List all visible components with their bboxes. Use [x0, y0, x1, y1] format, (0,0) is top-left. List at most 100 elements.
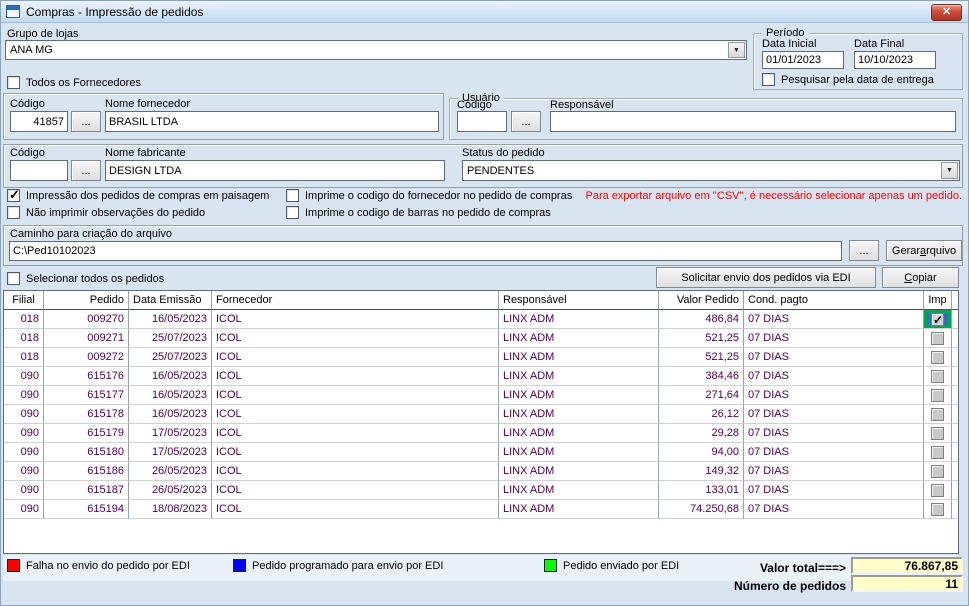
imp-checkbox[interactable] — [931, 445, 944, 459]
cell-filler — [952, 481, 958, 500]
table-row[interactable]: 090 615187 26/05/2023 ICOL LINX ADM 133,… — [4, 481, 958, 500]
cell-valor-pedido: 149,32 — [659, 462, 744, 481]
print-option-checkbox[interactable]: Impressão dos pedidos de compras em pais… — [7, 187, 270, 203]
fabricante-browse-button[interactable]: ... — [71, 160, 101, 181]
cell-valor-pedido: 74.250,68 — [659, 500, 744, 519]
cell-imp[interactable] — [924, 367, 952, 386]
responsavel-label: Responsável — [550, 99, 614, 111]
legend-color-swatch — [7, 559, 20, 572]
table-row[interactable]: 090 615186 26/05/2023 ICOL LINX ADM 149,… — [4, 462, 958, 481]
cell-imp[interactable] — [924, 348, 952, 367]
legend-label: Pedido programado para envio por EDI — [252, 559, 444, 572]
cell-filler — [952, 405, 958, 424]
imp-checkbox[interactable] — [931, 311, 944, 328]
checkbox-box[interactable] — [7, 272, 20, 285]
cell-data-emissao: 16/05/2023 — [129, 405, 212, 424]
cell-responsavel: LINX ADM — [499, 462, 659, 481]
caminho-input[interactable]: C:\Ped10102023 — [9, 241, 842, 261]
table-row[interactable]: 018 009271 25/07/2023 ICOL LINX ADM 521,… — [4, 329, 958, 348]
table-row[interactable]: 018 009270 16/05/2023 ICOL LINX ADM 486,… — [4, 310, 958, 329]
print-option-label: Não imprimir observações do pedido — [26, 206, 206, 219]
cell-cond-pagto: 07 DIAS — [744, 329, 924, 348]
copiar-label-accel: C — [904, 271, 913, 284]
imp-checkbox[interactable] — [931, 407, 944, 421]
cell-imp[interactable] — [924, 386, 952, 405]
usuario-codigo-label: Código — [457, 99, 492, 111]
checkbox-box[interactable] — [762, 73, 775, 86]
col-header-filler — [952, 291, 958, 310]
imp-checkbox[interactable] — [931, 464, 944, 478]
cell-data-emissao: 18/08/2023 — [129, 500, 212, 519]
data-final-input[interactable]: 10/10/2023 — [854, 51, 936, 69]
imp-checkbox[interactable] — [931, 388, 944, 402]
cell-imp[interactable] — [924, 424, 952, 443]
cell-pedido: 615177 — [44, 386, 129, 405]
checkbox-box[interactable] — [7, 76, 20, 89]
selecionar-todos-checkbox[interactable]: Selecionar todos os pedidos — [7, 272, 164, 285]
pesquisar-data-entrega-label: Pesquisar pela data de entrega — [781, 73, 934, 86]
cell-filler — [952, 462, 958, 481]
todos-fornecedores-checkbox[interactable]: Todos os Fornecedores — [7, 76, 141, 89]
imp-checkbox[interactable] — [931, 426, 944, 440]
cell-imp[interactable] — [924, 405, 952, 424]
pesquisar-data-entrega-checkbox[interactable]: Pesquisar pela data de entrega — [762, 73, 934, 86]
checkbox-box[interactable] — [7, 206, 20, 219]
cell-imp[interactable] — [924, 481, 952, 500]
chevron-down-icon[interactable]: ▼ — [728, 42, 745, 58]
usuario-codigo-input[interactable] — [457, 111, 507, 132]
fornecedor-browse-button[interactable]: ... — [71, 111, 101, 132]
cell-data-emissao: 25/07/2023 — [129, 348, 212, 367]
table-row[interactable]: 018 009272 25/07/2023 ICOL LINX ADM 521,… — [4, 348, 958, 367]
chevron-down-icon[interactable]: ▼ — [941, 162, 958, 179]
cell-data-emissao: 17/05/2023 — [129, 443, 212, 462]
imp-checkbox[interactable] — [931, 350, 944, 364]
cell-filler — [952, 329, 958, 348]
print-option-checkbox[interactable]: Imprime o codigo do fornecedor no pedido… — [286, 189, 572, 202]
copiar-button[interactable]: Copiar — [882, 267, 959, 288]
title-bar[interactable]: Compras - Impressão de pedidos ✕ — [1, 1, 968, 23]
checkbox-box[interactable] — [7, 187, 20, 203]
table-row[interactable]: 090 615179 17/05/2023 ICOL LINX ADM 29,2… — [4, 424, 958, 443]
grupo-lojas-select[interactable]: ANA MG ▼ — [5, 40, 747, 60]
cell-valor-pedido: 521,25 — [659, 329, 744, 348]
cell-imp[interactable] — [924, 443, 952, 462]
table-row[interactable]: 090 615176 16/05/2023 ICOL LINX ADM 384,… — [4, 367, 958, 386]
fabricante-nome-input[interactable]: DESIGN LTDA — [105, 160, 445, 181]
caminho-label: Caminho para criação do arquivo — [10, 228, 173, 240]
cell-fornecedor: ICOL — [212, 386, 499, 405]
imp-checkbox[interactable] — [931, 369, 944, 383]
table-row[interactable]: 090 615177 16/05/2023 ICOL LINX ADM 271,… — [4, 386, 958, 405]
caminho-browse-button[interactable]: ... — [849, 240, 879, 261]
imp-checkbox[interactable] — [931, 483, 944, 497]
table-row[interactable]: 090 615178 16/05/2023 ICOL LINX ADM 26,1… — [4, 405, 958, 424]
imp-checkbox[interactable] — [931, 331, 944, 345]
imp-checkbox[interactable] — [931, 502, 944, 516]
valor-total-value: 76.867,85 — [851, 557, 963, 574]
cell-imp[interactable] — [924, 500, 952, 519]
checkbox-box[interactable] — [286, 206, 299, 219]
fornecedor-nome-label: Nome fornecedor — [105, 98, 190, 110]
cell-imp[interactable] — [924, 329, 952, 348]
status-pedido-select[interactable]: PENDENTES ▼ — [462, 160, 960, 181]
close-icon[interactable]: ✕ — [931, 4, 962, 21]
cell-valor-pedido: 133,01 — [659, 481, 744, 500]
data-inicial-input[interactable]: 01/01/2023 — [762, 51, 844, 69]
cell-imp[interactable] — [924, 462, 952, 481]
table-row[interactable]: 090 615180 17/05/2023 ICOL LINX ADM 94,0… — [4, 443, 958, 462]
print-option-checkbox[interactable]: Imprime o codigo de barras no pedido de … — [286, 206, 551, 219]
responsavel-input[interactable] — [550, 111, 956, 132]
solicitar-edi-button[interactable]: Solicitar envio dos pedidos via EDI — [656, 267, 876, 288]
gerar-arquivo-button[interactable]: Gerar a rquivo — [886, 240, 962, 261]
cell-data-emissao: 16/05/2023 — [129, 310, 212, 329]
checkbox-box[interactable] — [286, 189, 299, 202]
print-option-checkbox[interactable]: Não imprimir observações do pedido — [7, 206, 205, 219]
print-option-label: Impressão dos pedidos de compras em pais… — [26, 189, 270, 202]
fornecedor-codigo-input[interactable]: 41857 — [10, 111, 68, 132]
usuario-browse-button[interactable]: ... — [511, 111, 541, 132]
table-row[interactable]: 090 615194 18/08/2023 ICOL LINX ADM 74.2… — [4, 500, 958, 519]
fornecedor-nome-input[interactable]: BRASIL LTDA — [105, 111, 439, 132]
cell-imp[interactable] — [924, 310, 952, 329]
fabricante-codigo-input[interactable] — [10, 160, 68, 181]
cell-data-emissao: 26/05/2023 — [129, 481, 212, 500]
cell-filler — [952, 310, 958, 329]
